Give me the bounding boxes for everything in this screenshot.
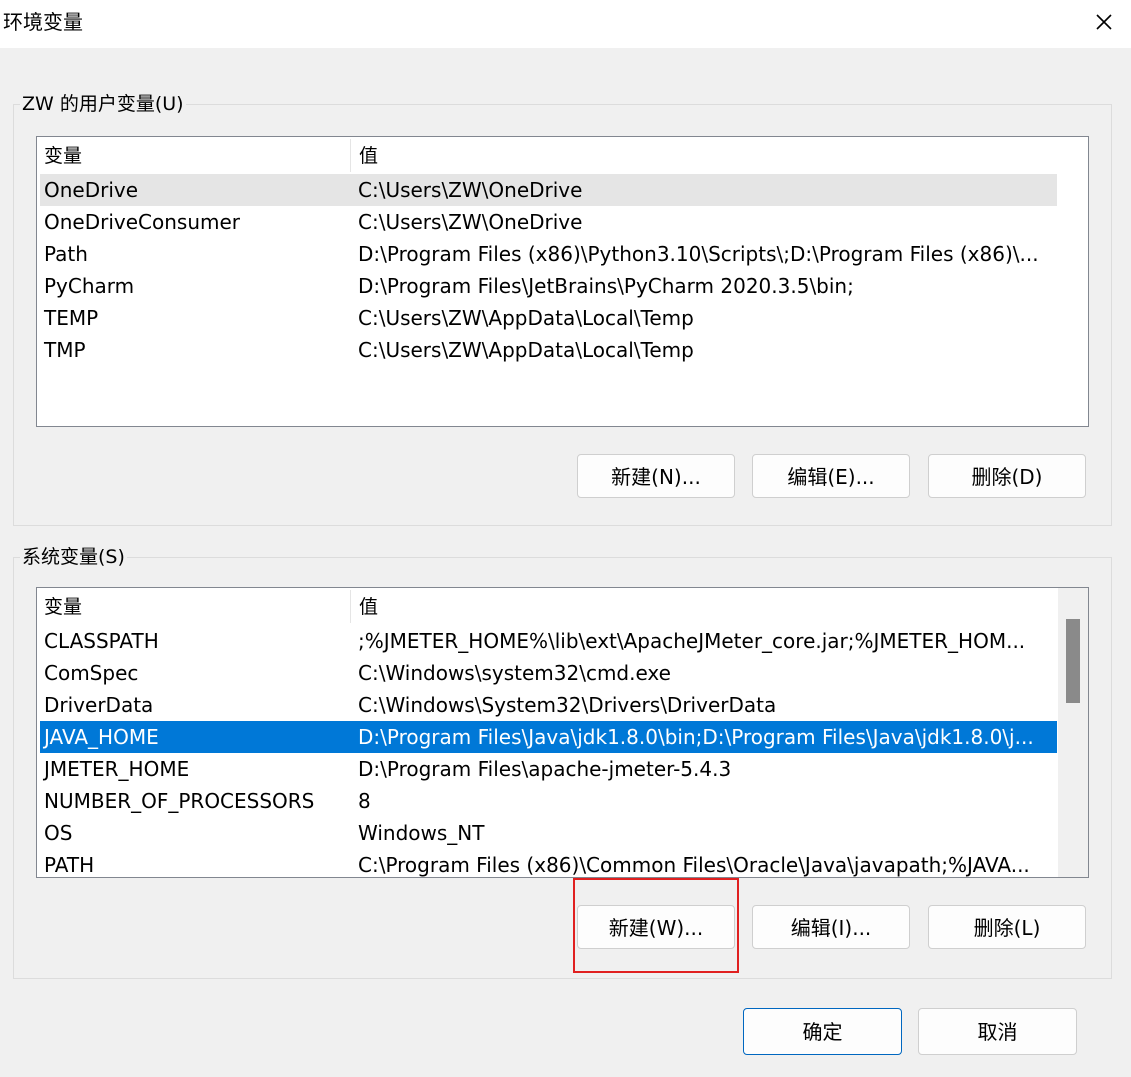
variable-value: Windows_NT [358,821,485,845]
user-variable-row[interactable]: OneDriveConsumer C:\Users\ZW\OneDrive [40,206,1057,238]
variable-value: D:\Program Files (x86)\Python3.10\Script… [358,242,1039,266]
system-variables-label: 系统变量(S) [20,545,127,569]
variable-name: OneDriveConsumer [44,210,241,234]
user-variable-row[interactable]: PyCharm D:\Program Files\JetBrains\PyChar… [40,270,1057,302]
ok-button[interactable]: 确定 [743,1008,902,1055]
system-variable-row[interactable]: NUMBER_OF_PROCESSORS 8 [40,785,1057,817]
variable-value: D:\Program Files\JetBrains\PyCharm 2020.… [358,274,854,298]
user-variable-row[interactable]: Path D:\Program Files (x86)\Python3.10\Sc… [40,238,1057,270]
variable-name: DriverData [44,693,154,717]
user-variable-row[interactable]: TEMP C:\Users\ZW\AppData\Local\Temp [40,302,1057,334]
variable-value: C:\Program Files (x86)\Common Files\Orac… [358,853,1030,877]
variable-name: NUMBER_OF_PROCESSORS [44,789,315,813]
variable-value: 8 [358,789,371,813]
variable-value: D:\Program Files\Java\jdk1.8.0\bin;D:\Pr… [358,725,1034,749]
system-variable-row-selected[interactable]: JAVA_HOME D:\Program Files\Java\jdk1.8.0\… [40,721,1057,753]
variable-value: ;%JMETER_HOME%\lib\ext\ApacheJMeter_core… [358,629,1026,653]
variable-name: TEMP [44,306,99,330]
variable-value: C:\Users\ZW\AppData\Local\Temp [358,338,694,362]
system-variable-row[interactable]: DriverData C:\Windows\System32\Drivers\Dr… [40,689,1057,721]
system-delete-button[interactable]: 删除(L) [928,905,1086,949]
variable-value: C:\Users\ZW\AppData\Local\Temp [358,306,694,330]
column-header-value[interactable]: 值 [359,137,378,173]
variable-name: OneDrive [44,178,139,202]
close-button[interactable] [1077,0,1131,46]
column-divider[interactable] [350,139,351,172]
variable-value: C:\Windows\System32\Drivers\DriverData [358,693,777,717]
user-variable-row[interactable]: OneDrive C:\Users\ZW\OneDrive [40,174,1057,206]
scrollbar-thumb[interactable] [1066,619,1080,703]
user-variables-label: ZW 的用户变量(U) [20,92,186,116]
system-variable-row[interactable]: JMETER_HOME D:\Program Files\apache-jmete… [40,753,1057,785]
user-delete-button[interactable]: 删除(D) [928,454,1086,498]
user-new-button[interactable]: 新建(N)... [577,454,735,498]
variable-name: ComSpec [44,661,139,685]
system-edit-button[interactable]: 编辑(I)... [752,905,910,949]
variable-name: CLASSPATH [44,629,159,653]
variable-name: TMP [44,338,86,362]
user-edit-button[interactable]: 编辑(E)... [752,454,910,498]
variable-value: C:\Users\ZW\OneDrive [358,178,583,202]
system-variable-row[interactable]: OS Windows_NT [40,817,1057,849]
column-header-variable[interactable]: 变量 [44,588,82,624]
variable-name: PyCharm [44,274,135,298]
variable-name: Path [44,242,88,266]
system-variables-scrollbar[interactable] [1058,588,1088,877]
variable-name: PATH [44,853,95,877]
title-bar: 环境变量 [0,0,1131,48]
user-variables-list[interactable]: 变量 值 OneDrive C:\Users\ZW\OneDrive OneDri… [36,136,1089,427]
variable-value: D:\Program Files\apache-jmeter-5.4.3 [358,757,732,781]
system-new-button[interactable]: 新建(W)... [577,905,735,949]
system-variables-list[interactable]: 变量 值 CLASSPATH ;%JMETER_HOME%\lib\ext\Apa… [36,587,1089,878]
variable-name: OS [44,821,73,845]
variable-name: JAVA_HOME [44,725,159,749]
variable-value: C:\Users\ZW\OneDrive [358,210,583,234]
column-header-variable[interactable]: 变量 [44,137,82,173]
close-icon [1096,14,1112,30]
column-divider[interactable] [350,590,351,623]
system-variable-row[interactable]: CLASSPATH ;%JMETER_HOME%\lib\ext\ApacheJM… [40,625,1057,657]
variable-value: C:\Windows\system32\cmd.exe [358,661,671,685]
variable-name: JMETER_HOME [44,757,190,781]
user-variable-row[interactable]: TMP C:\Users\ZW\AppData\Local\Temp [40,334,1057,366]
system-variable-row[interactable]: ComSpec C:\Windows\system32\cmd.exe [40,657,1057,689]
column-header-value[interactable]: 值 [359,588,378,624]
window-title: 环境变量 [3,10,83,34]
system-variable-row[interactable]: PATH C:\Program Files (x86)\Common Files\… [40,849,1057,877]
cancel-button[interactable]: 取消 [918,1008,1077,1055]
system-variables-header: 变量 值 [37,588,1057,624]
user-variables-header: 变量 值 [37,137,1057,173]
